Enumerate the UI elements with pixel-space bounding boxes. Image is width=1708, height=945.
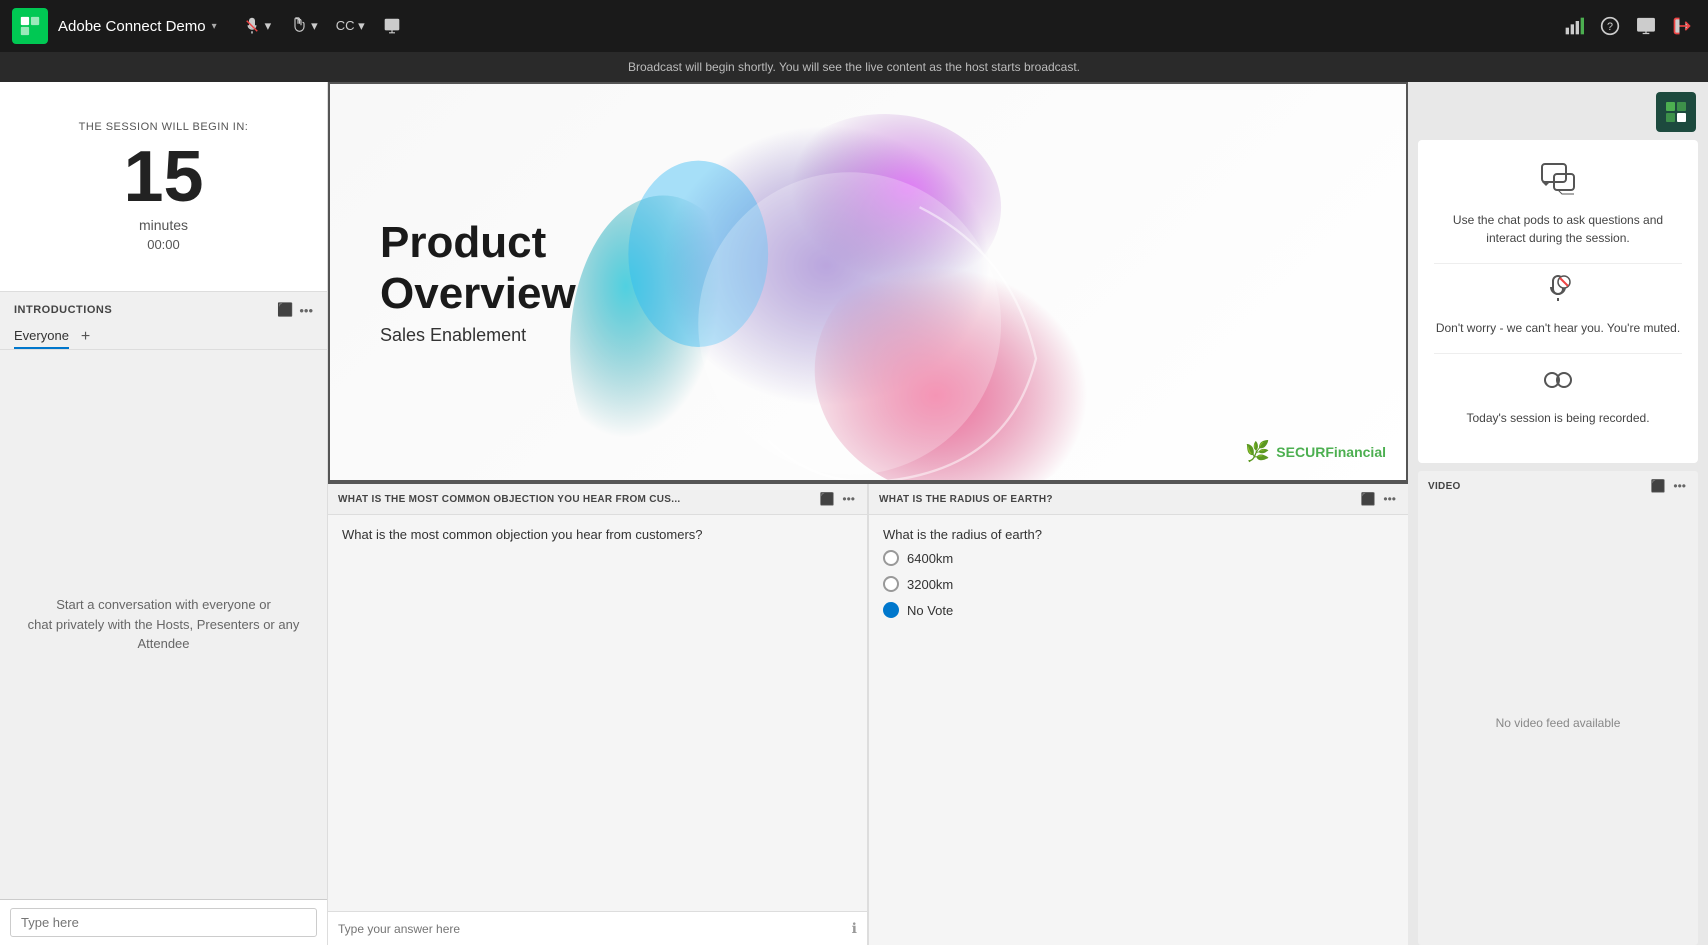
intro-tab-everyone[interactable]: Everyone bbox=[14, 324, 69, 349]
timer-number: 15 bbox=[123, 141, 203, 213]
poll-menu-button[interactable]: ••• bbox=[1381, 490, 1398, 508]
mic-button[interactable]: ▾ bbox=[237, 13, 278, 39]
broadcast-message: Broadcast will begin shortly. You will s… bbox=[628, 60, 1080, 74]
timer-clock: 00:00 bbox=[147, 237, 180, 252]
slide-title: Product Overview bbox=[380, 218, 576, 319]
screen-share-button[interactable] bbox=[1632, 12, 1660, 40]
video-pod-title: VIDEO bbox=[1428, 481, 1461, 492]
poll-option-1[interactable]: 6400km bbox=[883, 550, 1394, 566]
qa-answer-input[interactable] bbox=[338, 922, 852, 936]
center-panel: Product Overview Sales Enablement 🌿 SECU… bbox=[328, 82, 1408, 945]
cc-label: CC ▾ bbox=[336, 18, 365, 34]
muted-icon bbox=[1434, 274, 1682, 313]
poll-expand-button[interactable]: ⬛ bbox=[1358, 490, 1377, 508]
app-title: Adobe Connect Demo bbox=[58, 18, 206, 35]
poll-pod-header: WHAT IS THE RADIUS OF EARTH? ⬛ ••• bbox=[869, 484, 1408, 515]
qa-pod: WHAT IS THE MOST COMMON OBJECTION YOU HE… bbox=[328, 484, 869, 945]
poll-option-3-label: No Vote bbox=[907, 603, 953, 618]
bottom-row: WHAT IS THE MOST COMMON OBJECTION YOU HE… bbox=[328, 482, 1408, 945]
intro-header-actions: ⬛ ••• bbox=[277, 302, 313, 318]
chat-input-wrap bbox=[0, 899, 327, 945]
svg-text:?: ? bbox=[1607, 21, 1613, 33]
poll-pod-title: WHAT IS THE RADIUS OF EARTH? bbox=[879, 494, 1053, 505]
slide-image: Product Overview Sales Enablement 🌿 SECU… bbox=[330, 84, 1406, 480]
poll-radio-2[interactable] bbox=[883, 576, 899, 592]
app-title-dropdown[interactable]: ▾ bbox=[212, 21, 217, 32]
qa-input-area: ℹ bbox=[328, 911, 867, 945]
info-recording-section: Today's session is being recorded. bbox=[1434, 364, 1682, 427]
right-panel: Use the chat pods to ask questions and i… bbox=[1408, 82, 1708, 945]
slide-area: Product Overview Sales Enablement 🌿 SECU… bbox=[328, 82, 1408, 482]
poll-options: 6400km 3200km No Vote bbox=[869, 550, 1408, 618]
info-chat-text: Use the chat pods to ask questions and i… bbox=[1434, 211, 1682, 247]
introductions-panel: INTRODUCTIONS ⬛ ••• Everyone + Start a c… bbox=[0, 292, 327, 899]
intro-expand-button[interactable]: ⬛ bbox=[277, 302, 293, 318]
top-nav: Adobe Connect Demo ▾ ▾ ▾ CC ▾ bbox=[0, 0, 1708, 52]
info-muted-text: Don't worry - we can't hear you. You're … bbox=[1434, 319, 1682, 337]
qa-pod-actions: ⬛ ••• bbox=[817, 490, 857, 508]
qa-pod-header: WHAT IS THE MOST COMMON OBJECTION YOU HE… bbox=[328, 484, 867, 515]
timer-label: THE SESSION WILL BEGIN IN: bbox=[79, 121, 249, 133]
video-menu-button[interactable]: ••• bbox=[1671, 477, 1688, 495]
info-recording-text: Today's session is being recorded. bbox=[1434, 409, 1682, 427]
poll-radio-3[interactable] bbox=[883, 602, 899, 618]
info-chat-section: Use the chat pods to ask questions and i… bbox=[1434, 160, 1682, 247]
nav-controls: ▾ ▾ CC ▾ bbox=[237, 13, 407, 39]
qa-question-text: What is the most common objection you he… bbox=[328, 515, 867, 554]
app-logo bbox=[12, 8, 48, 44]
poll-question-text: What is the radius of earth? bbox=[869, 515, 1408, 550]
video-no-feed-text: No video feed available bbox=[1496, 716, 1621, 730]
qa-pod-title: WHAT IS THE MOST COMMON OBJECTION YOU HE… bbox=[338, 494, 681, 505]
video-pod-header: VIDEO ⬛ ••• bbox=[1418, 471, 1698, 501]
video-pod-body: No video feed available bbox=[1418, 501, 1698, 945]
info-divider-2 bbox=[1434, 353, 1682, 354]
introductions-body: Start a conversation with everyone or ch… bbox=[0, 350, 327, 899]
poll-option-2[interactable]: 3200km bbox=[883, 576, 1394, 592]
poll-option-1-label: 6400km bbox=[907, 551, 953, 566]
info-muted-section: Don't worry - we can't hear you. You're … bbox=[1434, 274, 1682, 337]
intro-menu-button[interactable]: ••• bbox=[299, 302, 313, 318]
main-layout: THE SESSION WILL BEGIN IN: 15 minutes 00… bbox=[0, 82, 1708, 945]
broadcast-bar: Broadcast will begin shortly. You will s… bbox=[0, 52, 1708, 82]
video-pod: VIDEO ⬛ ••• No video feed available bbox=[1418, 471, 1698, 945]
poll-pod-actions: ⬛ ••• bbox=[1358, 490, 1398, 508]
help-button[interactable]: ? bbox=[1596, 12, 1624, 40]
timer-section: THE SESSION WILL BEGIN IN: 15 minutes 00… bbox=[0, 82, 327, 292]
qa-expand-button[interactable]: ⬛ bbox=[817, 490, 836, 508]
slide-logo: 🌿 SECURFinancial bbox=[1245, 439, 1386, 464]
qa-menu-button[interactable]: ••• bbox=[840, 490, 857, 508]
connect-icon-wrap bbox=[1408, 82, 1708, 132]
exit-button[interactable] bbox=[1668, 12, 1696, 40]
share-button[interactable] bbox=[377, 13, 407, 39]
info-divider-1 bbox=[1434, 263, 1682, 264]
chat-input[interactable] bbox=[10, 908, 317, 937]
raise-hand-button[interactable]: ▾ bbox=[283, 13, 324, 39]
introductions-header: INTRODUCTIONS ⬛ ••• bbox=[0, 292, 327, 324]
poll-option-3[interactable]: No Vote bbox=[883, 602, 1394, 618]
logo-leaf-icon: 🌿 bbox=[1245, 439, 1270, 464]
poll-pod: WHAT IS THE RADIUS OF EARTH? ⬛ ••• What … bbox=[869, 484, 1408, 945]
chat-pods-icon bbox=[1434, 160, 1682, 203]
slide-subtitle: Sales Enablement bbox=[380, 325, 576, 346]
intro-tab-add-button[interactable]: + bbox=[77, 326, 94, 348]
left-panel: THE SESSION WILL BEGIN IN: 15 minutes 00… bbox=[0, 82, 328, 945]
introductions-title: INTRODUCTIONS bbox=[14, 304, 112, 316]
slide-text-content: Product Overview Sales Enablement bbox=[380, 218, 576, 346]
recording-icon bbox=[1434, 364, 1682, 403]
logo-text: SECURFinancial bbox=[1276, 444, 1386, 460]
qa-info-button[interactable]: ℹ bbox=[852, 920, 857, 937]
poll-radio-1[interactable] bbox=[883, 550, 899, 566]
timer-unit: minutes bbox=[139, 217, 188, 233]
cc-button[interactable]: CC ▾ bbox=[330, 14, 371, 38]
poll-option-2-label: 3200km bbox=[907, 577, 953, 592]
video-pod-actions: ⬛ ••• bbox=[1648, 477, 1688, 495]
signal-button[interactable] bbox=[1560, 12, 1588, 40]
intro-tabs: Everyone + bbox=[0, 324, 327, 350]
intro-body-text: Start a conversation with everyone or ch… bbox=[20, 595, 307, 654]
video-expand-button[interactable]: ⬛ bbox=[1648, 477, 1667, 495]
nav-right-controls: ? bbox=[1560, 12, 1696, 40]
info-card: Use the chat pods to ask questions and i… bbox=[1418, 140, 1698, 463]
connect-app-icon[interactable] bbox=[1656, 92, 1696, 132]
